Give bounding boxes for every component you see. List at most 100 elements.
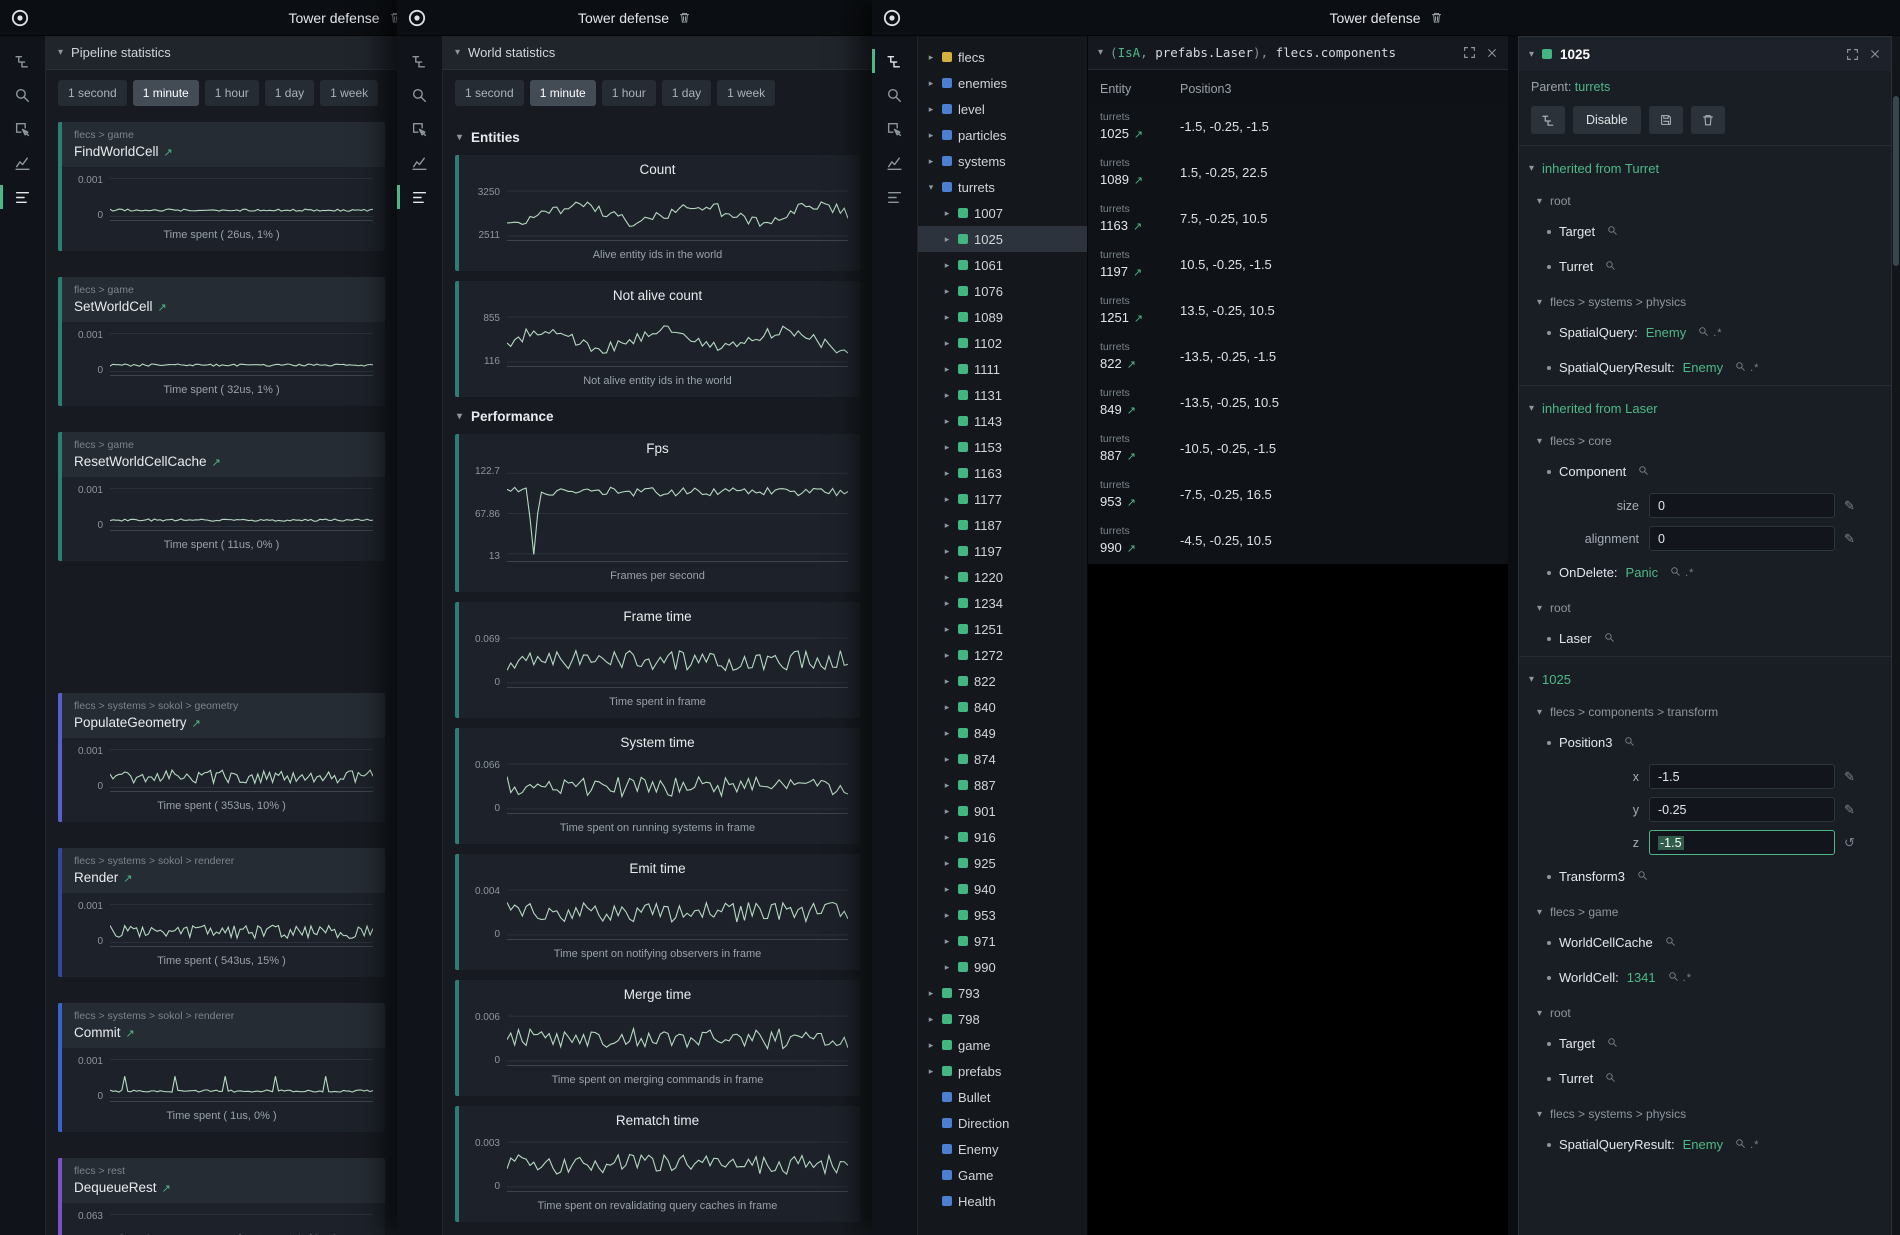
component-row[interactable]: WorldCell:1341.* (1519, 960, 1891, 995)
time-range-tab[interactable]: 1 week (717, 80, 775, 106)
time-range-tab[interactable]: 1 second (58, 80, 127, 106)
time-range-tab[interactable]: 1 hour (205, 80, 259, 106)
component-row[interactable]: SpatialQuery:Enemy.* (1519, 315, 1891, 350)
component-row[interactable]: Position3 (1519, 725, 1891, 760)
tree-item[interactable]: ▸1143 (918, 408, 1087, 434)
section-header[interactable]: ▾Entities (455, 118, 860, 155)
chevron-right-icon[interactable]: ▸ (942, 312, 952, 323)
search-icon[interactable] (1735, 360, 1746, 375)
time-range-tab[interactable]: 1 second (455, 80, 524, 106)
chevron-right-icon[interactable]: ▸ (942, 650, 952, 661)
table-row[interactable]: turrets953↗-7.5, -0.25, 16.5 (1088, 472, 1508, 518)
table-row[interactable]: turrets1197↗10.5, -0.25, -1.5 (1088, 242, 1508, 288)
chevron-right-icon[interactable]: ▸ (942, 858, 952, 869)
external-link-icon[interactable]: ↗ (1127, 405, 1136, 417)
chevron-right-icon[interactable]: ▸ (942, 390, 952, 401)
chevron-right-icon[interactable]: ▸ (942, 936, 952, 947)
time-range-tab[interactable]: 1 minute (133, 80, 199, 106)
tree-item[interactable]: Bullet (918, 1084, 1087, 1110)
tree-item[interactable]: ▸1177 (918, 486, 1087, 512)
chevron-right-icon[interactable]: ▸ (942, 364, 952, 375)
inspector-section[interactable]: ▾1025 (1519, 656, 1891, 694)
chart-icon[interactable] (0, 146, 46, 180)
component-value-link[interactable]: Enemy (1683, 1137, 1723, 1152)
chevron-right-icon[interactable]: ▸ (942, 884, 952, 895)
close-icon[interactable] (1486, 47, 1498, 59)
delete-button[interactable] (1691, 106, 1725, 134)
panel-header[interactable]: ▾ World statistics (443, 36, 872, 70)
search-icon[interactable] (0, 78, 46, 112)
inspect-icon[interactable] (397, 112, 443, 146)
tree-view-button[interactable] (1531, 106, 1565, 134)
component-group-header[interactable]: ▾flecs > systems > physics (1519, 1096, 1891, 1127)
chevron-right-icon[interactable]: ▸ (942, 598, 952, 609)
component-row[interactable]: SpatialQueryResult:Enemy.* (1519, 1127, 1891, 1162)
table-row[interactable]: turrets849↗-13.5, -0.25, 10.5 (1088, 380, 1508, 426)
table-row[interactable]: turrets822↗-13.5, -0.25, -1.5 (1088, 334, 1508, 380)
external-link-icon[interactable]: ↗ (192, 717, 201, 730)
search-icon[interactable] (1668, 970, 1679, 985)
component-row[interactable]: Target (1519, 1026, 1891, 1061)
component-group-header[interactable]: ▾flecs > core (1519, 423, 1891, 454)
component-row[interactable]: Turret (1519, 249, 1891, 284)
table-row[interactable]: turrets1089↗1.5, -0.25, 22.5 (1088, 150, 1508, 196)
search-icon[interactable] (1624, 735, 1635, 750)
trash-icon[interactable] (389, 11, 397, 24)
chart-icon[interactable] (872, 146, 918, 180)
tree-item[interactable]: ▸953 (918, 902, 1087, 928)
tree-item[interactable]: ▸enemies (918, 70, 1087, 96)
chevron-down-icon[interactable]: ▾ (926, 182, 936, 193)
parent-link[interactable]: turrets (1575, 80, 1610, 94)
chart-icon[interactable] (397, 146, 443, 180)
chevron-right-icon[interactable]: ▸ (942, 832, 952, 843)
tree-item[interactable]: ▸971 (918, 928, 1087, 954)
external-link-icon[interactable]: ↗ (1127, 543, 1136, 555)
chevron-right-icon[interactable]: ▸ (926, 130, 936, 141)
chevron-right-icon[interactable]: ▸ (942, 806, 952, 817)
chevron-right-icon[interactable]: ▸ (942, 676, 952, 687)
chevron-right-icon[interactable]: ▸ (926, 52, 936, 63)
component-group-header[interactable]: ▾root (1519, 995, 1891, 1026)
chevron-right-icon[interactable]: ▸ (942, 260, 952, 271)
search-icon[interactable] (1605, 259, 1616, 274)
external-link-icon[interactable]: ↗ (1134, 313, 1143, 325)
component-group-header[interactable]: ▾flecs > systems > physics (1519, 284, 1891, 315)
tree-item[interactable]: ▸925 (918, 850, 1087, 876)
chevron-right-icon[interactable]: ▸ (942, 754, 952, 765)
tree-item[interactable]: ▸1153 (918, 434, 1087, 460)
search-icon[interactable] (1607, 224, 1618, 239)
tree-item[interactable]: Enemy (918, 1136, 1087, 1162)
chevron-right-icon[interactable]: ▸ (926, 156, 936, 167)
chevron-right-icon[interactable]: ▸ (942, 286, 952, 297)
chevron-right-icon[interactable]: ▸ (942, 234, 952, 245)
edit-icon[interactable]: ✎ (1844, 769, 1855, 785)
tree-item[interactable]: ▸1197 (918, 538, 1087, 564)
chevron-right-icon[interactable]: ▸ (926, 78, 936, 89)
section-header[interactable]: ▾Performance (455, 397, 860, 434)
tree-item[interactable]: ▸game (918, 1032, 1087, 1058)
inspect-icon[interactable] (0, 112, 46, 146)
chevron-right-icon[interactable]: ▸ (942, 780, 952, 791)
component-value-link[interactable]: Enemy (1646, 325, 1686, 340)
search-icon[interactable] (1670, 565, 1681, 580)
table-row[interactable]: turrets1251↗13.5, -0.25, 10.5 (1088, 288, 1508, 334)
expand-icon[interactable] (1846, 48, 1859, 61)
tree-item[interactable]: ▸901 (918, 798, 1087, 824)
time-range-tab[interactable]: 1 hour (602, 80, 656, 106)
chevron-right-icon[interactable]: ▸ (926, 1066, 936, 1077)
inspect-icon[interactable] (872, 112, 918, 146)
chevron-right-icon[interactable]: ▸ (942, 468, 952, 479)
external-link-icon[interactable]: ↗ (1127, 359, 1136, 371)
tree-item[interactable]: ▸840 (918, 694, 1087, 720)
tree-item[interactable]: ▸793 (918, 980, 1087, 1006)
tree-item[interactable]: ▸1187 (918, 512, 1087, 538)
query-expression[interactable]: (IsA, prefabs.Laser), flecs.components (1110, 45, 1396, 60)
tree-item[interactable]: ▸822 (918, 668, 1087, 694)
edit-icon[interactable]: ✎ (1844, 802, 1855, 818)
time-range-tab[interactable]: 1 day (662, 80, 711, 106)
tree-item[interactable]: ▸874 (918, 746, 1087, 772)
tree-item[interactable]: ▾turrets (918, 174, 1087, 200)
component-row[interactable]: Target (1519, 214, 1891, 249)
disable-button[interactable]: Disable (1573, 106, 1641, 134)
trash-icon[interactable] (1430, 11, 1443, 24)
